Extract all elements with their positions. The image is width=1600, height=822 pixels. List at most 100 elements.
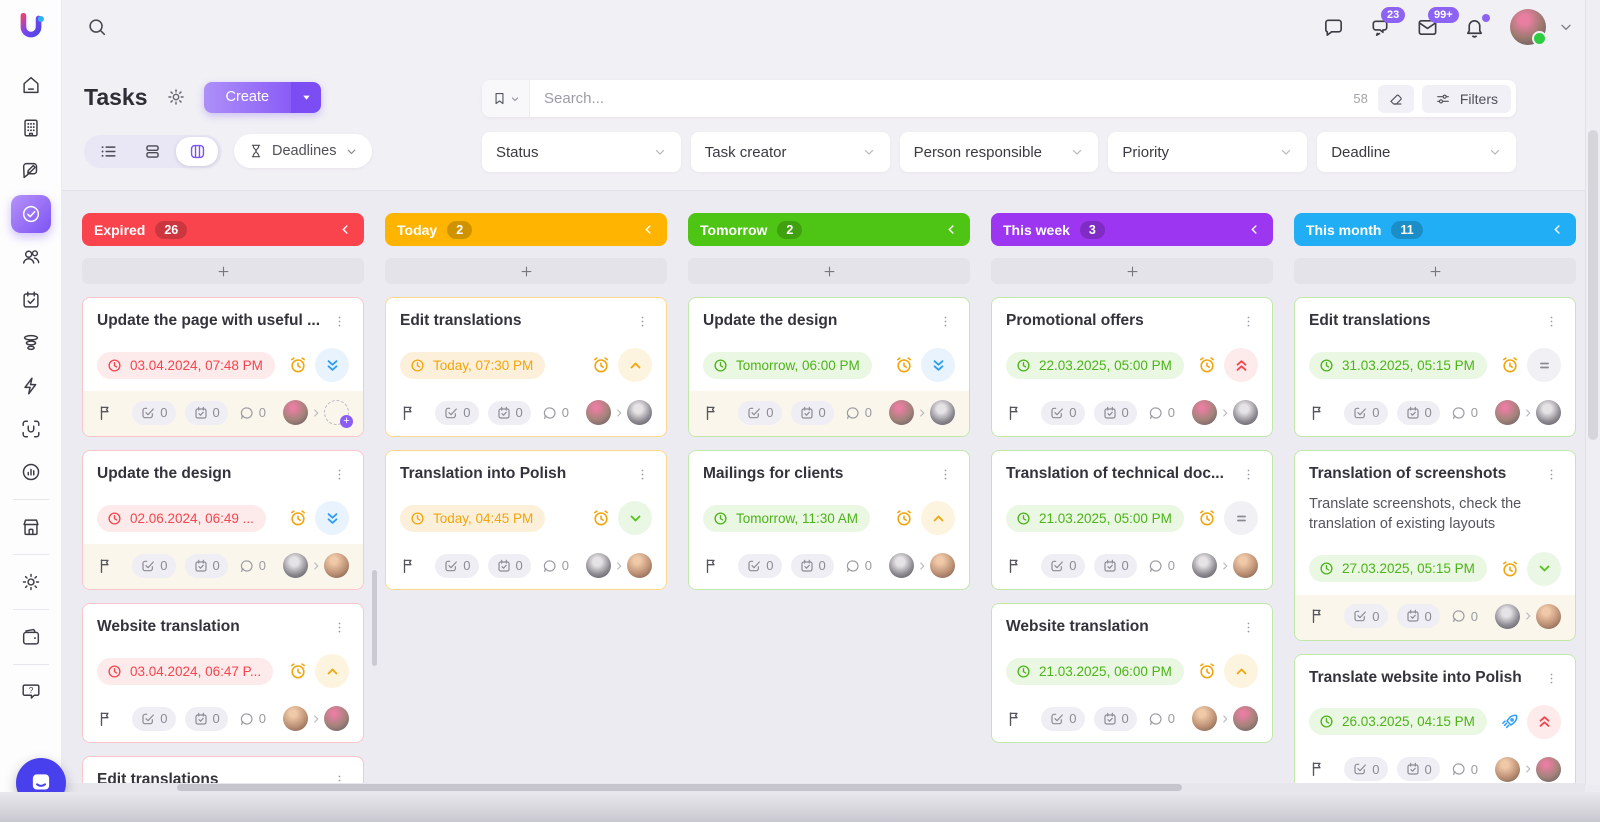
sidebar-item-tasks[interactable]	[11, 195, 51, 233]
add-task-button[interactable]	[385, 258, 667, 284]
checklist-counter[interactable]: 0	[132, 707, 175, 731]
comments-counter[interactable]: 0	[1449, 604, 1480, 628]
task-card[interactable]: Edit translations 31.03.2025, 05:15 PM	[1294, 297, 1576, 437]
reminder-clock-icon[interactable]	[288, 355, 308, 375]
events-counter[interactable]: 0	[185, 554, 228, 578]
deadline-pill[interactable]: 21.03.2025, 06:00 PM	[1006, 658, 1184, 685]
comments-counter[interactable]: 0	[237, 707, 268, 731]
card-menu-button[interactable]	[936, 465, 955, 484]
checklist-counter[interactable]: 0	[1344, 604, 1387, 628]
task-card[interactable]: Translation of screenshots Translate scr…	[1294, 450, 1576, 641]
reminder-clock-icon[interactable]	[894, 508, 914, 528]
sidebar-item-automation[interactable]	[11, 367, 51, 405]
deadline-pill[interactable]: 31.03.2025, 05:15 PM	[1309, 352, 1487, 379]
reminder-clock-icon[interactable]	[1197, 661, 1217, 681]
column-header[interactable]: Today 2	[385, 213, 667, 246]
column-header[interactable]: This month 11	[1294, 213, 1576, 246]
sidebar-item-crm-messenger[interactable]	[11, 152, 51, 190]
creator-avatar[interactable]	[889, 553, 914, 578]
events-counter[interactable]: 0	[185, 401, 228, 425]
priority-normal-icon[interactable]	[1527, 348, 1561, 382]
notifications-button[interactable]	[1463, 16, 1486, 39]
filter-priority[interactable]: Priority	[1108, 132, 1307, 172]
creator-avatar[interactable]	[1495, 604, 1520, 629]
task-card[interactable]: Edit translations Today, 07:30 PM	[385, 297, 667, 437]
card-menu-button[interactable]	[1542, 312, 1561, 331]
task-card[interactable]: Website translation 21.03.2025, 06:00 PM	[991, 603, 1273, 743]
task-title[interactable]: Translation into Polish	[400, 465, 625, 483]
events-counter[interactable]: 0	[1397, 604, 1440, 628]
comments-counter[interactable]: 0	[1146, 707, 1177, 731]
events-counter[interactable]: 0	[488, 554, 531, 578]
messenger-button[interactable]: 23	[1369, 16, 1392, 39]
card-menu-button[interactable]	[1542, 465, 1561, 484]
sidebar-item-support[interactable]: ?	[11, 673, 51, 711]
task-title[interactable]: Update the page with useful ...	[97, 312, 322, 330]
task-title[interactable]: Edit translations	[400, 312, 625, 330]
deadline-pill[interactable]: 22.03.2025, 05:00 PM	[1006, 352, 1184, 379]
comments-counter[interactable]: 0	[540, 401, 571, 425]
responsible-avatar[interactable]	[930, 553, 955, 578]
comments-counter[interactable]: 0	[1146, 554, 1177, 578]
deadline-pill[interactable]: 03.04.2024, 07:48 PM	[97, 352, 275, 379]
creator-avatar[interactable]	[283, 706, 308, 731]
task-card[interactable]: Mailings for clients Tomorrow, 11:30 AM	[688, 450, 970, 590]
comments-counter[interactable]: 0	[843, 401, 874, 425]
deadline-pill[interactable]: Tomorrow, 06:00 PM	[703, 352, 872, 379]
sidebar-item-settings[interactable]	[11, 563, 51, 601]
card-menu-button[interactable]	[330, 312, 349, 331]
card-menu-button[interactable]	[633, 312, 652, 331]
rocket-icon[interactable]	[1500, 712, 1520, 732]
flag-button[interactable]	[1309, 607, 1327, 625]
comments-counter[interactable]: 0	[237, 401, 268, 425]
responsible-avatar[interactable]	[1233, 553, 1258, 578]
task-card[interactable]: Update the page with useful ... 03.04.20…	[82, 297, 364, 437]
events-counter[interactable]: 0	[488, 401, 531, 425]
comments-counter[interactable]: 0	[237, 554, 268, 578]
responsible-avatar[interactable]	[1233, 706, 1258, 731]
task-title[interactable]: Update the design	[703, 312, 928, 330]
checklist-counter[interactable]: 0	[435, 554, 478, 578]
responsible-avatar[interactable]	[324, 706, 349, 731]
priority-highest-icon[interactable]	[1527, 705, 1561, 739]
sidebar-item-analytics[interactable]	[11, 453, 51, 491]
task-title[interactable]: Website translation	[1006, 618, 1231, 636]
filter-deadline[interactable]: Deadline	[1317, 132, 1516, 172]
checklist-counter[interactable]: 0	[435, 401, 478, 425]
sidebar-item-marketplace[interactable]	[11, 508, 51, 546]
deadline-pill[interactable]: Today, 07:30 PM	[400, 352, 545, 379]
checklist-counter[interactable]: 0	[1041, 707, 1084, 731]
sidebar-item-team[interactable]	[11, 238, 51, 276]
reminder-clock-icon[interactable]	[591, 508, 611, 528]
task-title[interactable]: Edit translations	[1309, 312, 1534, 330]
deadline-pill[interactable]: 26.03.2025, 04:15 PM	[1309, 708, 1487, 735]
responsible-avatar[interactable]	[324, 553, 349, 578]
priority-low-icon[interactable]	[618, 501, 652, 535]
uspacy-logo[interactable]	[12, 8, 50, 46]
column-header[interactable]: Tomorrow 2	[688, 213, 970, 246]
column-scrollbar-thumb[interactable]	[372, 570, 377, 666]
priority-lowest-icon[interactable]	[315, 348, 349, 382]
task-title[interactable]: Translation of screenshots	[1309, 465, 1534, 483]
vertical-scrollbar-thumb[interactable]	[1588, 130, 1598, 440]
task-title[interactable]: Update the design	[97, 465, 322, 483]
task-card[interactable]: Update the design 02.06.2024, 06:49 ...	[82, 450, 364, 590]
view-kanban-button[interactable]	[176, 137, 218, 166]
priority-high-icon[interactable]	[921, 501, 955, 535]
flag-button[interactable]	[1309, 760, 1327, 778]
card-menu-button[interactable]	[936, 312, 955, 331]
checklist-counter[interactable]: 0	[132, 401, 175, 425]
comments-counter[interactable]: 0	[1449, 757, 1480, 781]
reminder-clock-icon[interactable]	[288, 508, 308, 528]
creator-avatar[interactable]	[283, 400, 308, 425]
collapse-column-button[interactable]	[1551, 223, 1564, 236]
reminder-clock-icon[interactable]	[1197, 355, 1217, 375]
checklist-counter[interactable]: 0	[1041, 401, 1084, 425]
user-avatar[interactable]	[1510, 9, 1546, 45]
view-list-button[interactable]	[88, 138, 128, 165]
task-card[interactable]: Promotional offers 22.03.2025, 05:00 PM	[991, 297, 1273, 437]
reminder-clock-icon[interactable]	[1197, 508, 1217, 528]
task-title[interactable]: Promotional offers	[1006, 312, 1231, 330]
sidebar-item-focus[interactable]	[11, 410, 51, 448]
horizontal-scrollbar-thumb[interactable]	[177, 784, 1182, 791]
